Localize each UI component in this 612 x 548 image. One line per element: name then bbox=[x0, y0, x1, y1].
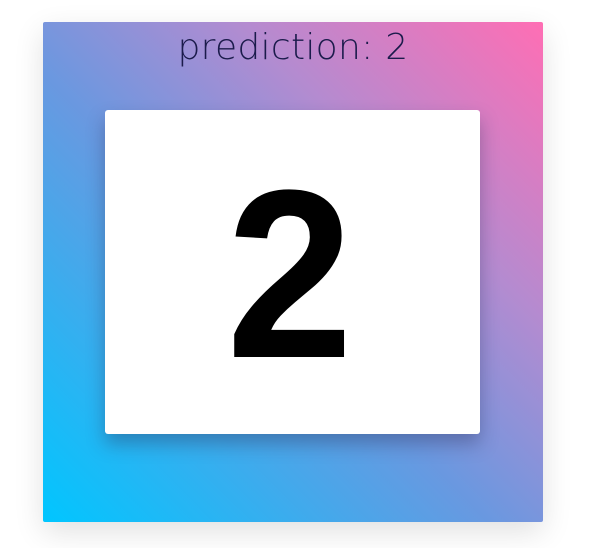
drawing-canvas[interactable]: 2 bbox=[105, 110, 480, 434]
prediction-card: prediction: 2 2 bbox=[43, 22, 543, 522]
drawn-digit: 2 bbox=[226, 140, 353, 408]
prediction-label: prediction: 2 bbox=[177, 27, 409, 68]
